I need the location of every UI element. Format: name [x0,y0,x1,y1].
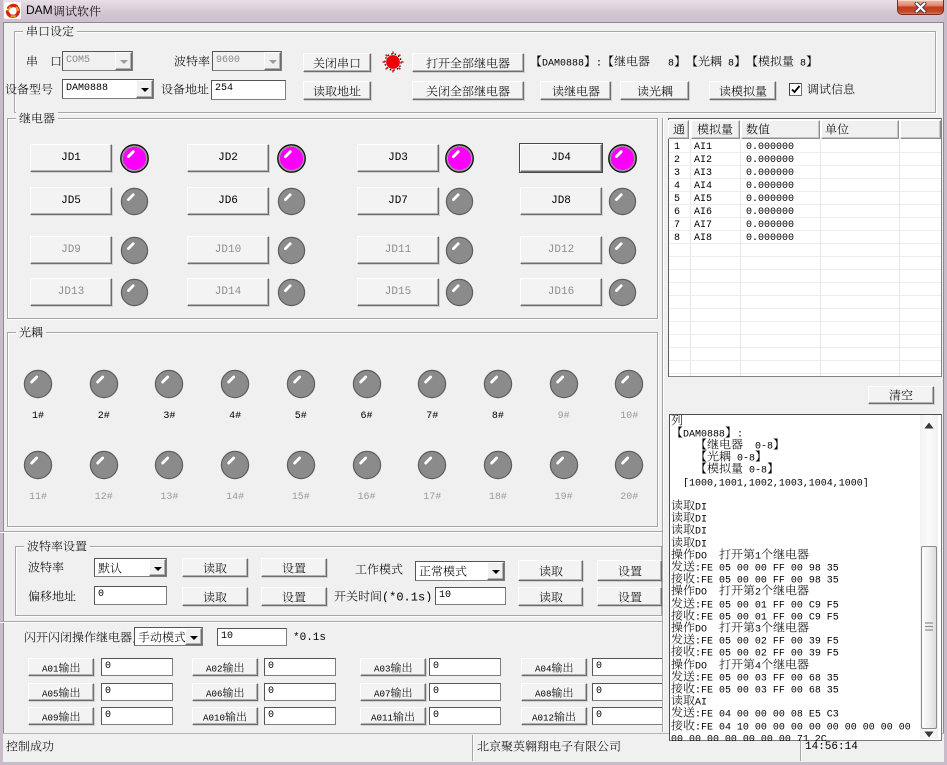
svg-text:4: 4 [755,660,761,669]
svg-text::FE 04 00 00 00 08 E5 C3: :FE 04 00 00 00 08 E5 C3 [695,709,839,718]
svg-text:(*0.1s): (*0.1s) [382,591,432,602]
svg-text:A02: A02 [206,663,222,672]
svg-text:A06: A06 [206,688,222,697]
svg-text:A011: A011 [371,712,393,721]
svg-text:DO: DO [695,550,719,559]
svg-text:DI: DI [695,501,707,510]
svg-text:DO: DO [695,660,719,669]
svg-text:1: 1 [755,550,761,559]
svg-text:A04: A04 [535,663,552,672]
svg-text:DI: DI [695,526,707,535]
svg-text::FE 04 10 00 00 00 00 00 00 00: :FE 04 10 00 00 00 00 00 00 00 00 00 [695,721,911,730]
svg-text:DO: DO [695,587,719,596]
svg-text:DAM0888: DAM0888 [683,428,725,437]
svg-text::FE 05 00 02 FF 00 39 F5: :FE 05 00 02 FF 00 39 F5 [695,648,839,657]
svg-text:0-8: 0-8 [731,453,755,462]
svg-text:A012: A012 [532,712,554,721]
svg-text:8: 8 [722,58,734,67]
svg-text:DO: DO [695,623,719,632]
svg-text:A01: A01 [42,663,59,672]
svg-text:A08: A08 [535,688,551,697]
svg-text:A07: A07 [374,688,390,697]
svg-text::FE 05 00 01 FF 00 C9 F5: :FE 05 00 01 FF 00 C9 F5 [695,599,839,608]
svg-text:DI: DI [695,514,707,523]
svg-text:2: 2 [755,587,761,596]
svg-text::FE 05 00 00 FF 00 98 35: :FE 05 00 00 FF 00 98 35 [695,575,839,584]
svg-text:00 00 00 00 00 00 00 71 2C: 00 00 00 00 00 00 00 71 2C [671,733,827,741]
svg-text:8: 8 [794,58,806,67]
svg-text:AI: AI [695,697,707,706]
svg-text::: : [596,58,602,67]
svg-text::FE 05 00 02 FF 00 39 F5: :FE 05 00 02 FF 00 39 F5 [695,636,839,645]
svg-text:8: 8 [662,58,674,67]
svg-text:0-8: 0-8 [743,465,767,474]
svg-text::FE 05 00 01 FF 00 C9 F5: :FE 05 00 01 FF 00 C9 F5 [695,611,839,620]
svg-text:0-8: 0-8 [755,440,773,449]
svg-text::FE 05 00 03 FF 00 68 35: :FE 05 00 03 FF 00 68 35 [695,684,839,693]
svg-text:[1000,1001,1002,1003,1004,1000: [1000,1001,1002,1003,1004,1000] [671,477,869,486]
svg-text:DAM0888: DAM0888 [542,58,584,67]
svg-text:A05: A05 [42,688,58,697]
svg-text:A09: A09 [42,712,58,721]
svg-text:A010: A010 [203,712,225,721]
svg-text:3: 3 [755,623,761,632]
svg-text::: : [737,428,743,437]
svg-text::FE 05 00 03 FF 00 68 35: :FE 05 00 03 FF 00 68 35 [695,672,839,681]
svg-text::FE 05 00 00 FF 00 98 35: :FE 05 00 00 FF 00 98 35 [695,562,839,571]
svg-text:DI: DI [695,538,707,547]
svg-text:A03: A03 [374,663,390,672]
